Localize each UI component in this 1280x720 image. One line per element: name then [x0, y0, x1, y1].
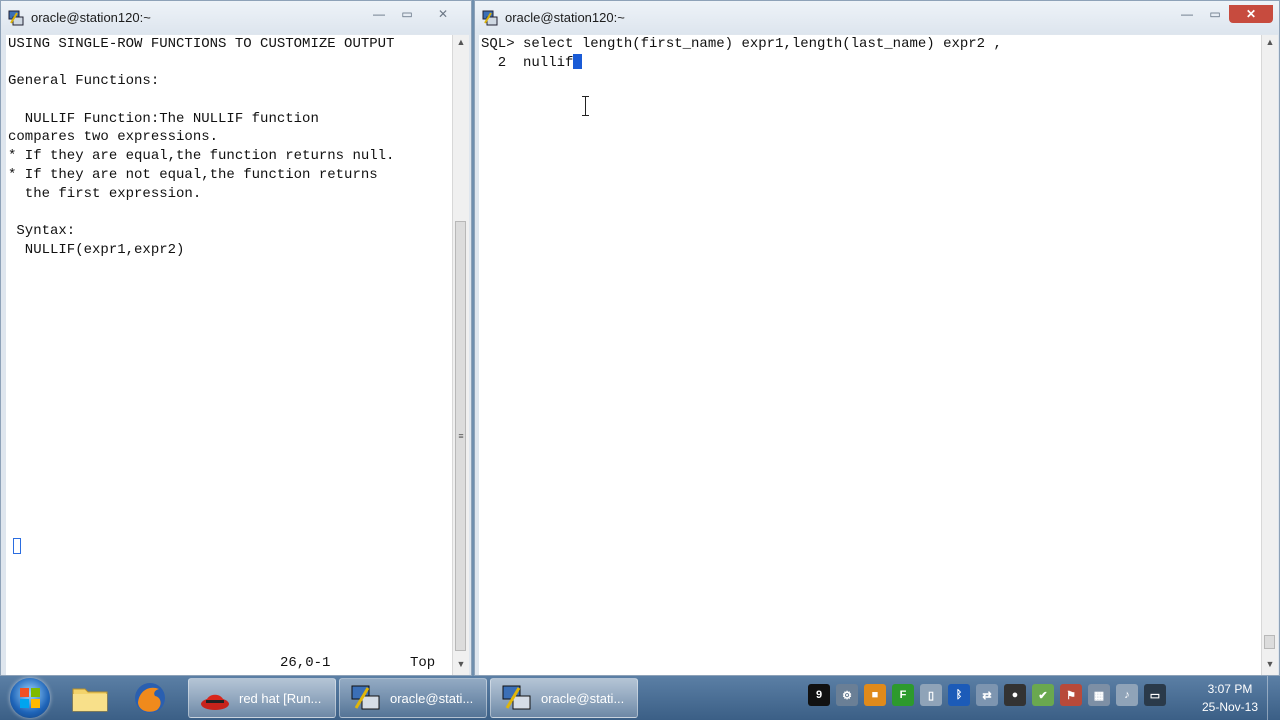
action-center-icon[interactable]: ⚑ — [1060, 684, 1082, 706]
right-terminal-window[interactable]: oracle@station120:~ — ▭ ✕ SQL> select le… — [474, 0, 1280, 676]
text-cursor-outline — [13, 538, 21, 554]
text-line: USING SINGLE-ROW FUNCTIONS TO CUSTOMIZE … — [8, 36, 395, 52]
display-icon[interactable]: ▭ — [1144, 684, 1166, 706]
system-clock[interactable]: 3:07 PM 25-Nov-13 — [1202, 680, 1258, 716]
text-line: General Functions: — [8, 73, 160, 90]
camera-icon[interactable]: ● — [1004, 684, 1026, 706]
close-icon: ✕ — [437, 7, 449, 21]
minimize-button[interactable]: — — [365, 5, 393, 23]
grip-icon: ≡ — [458, 431, 464, 441]
left-titlebar[interactable]: oracle@station120:~ — ▭ ✕ — [1, 1, 471, 34]
text-line: compares two expressions. — [8, 129, 219, 146]
bluetooth-icon[interactable]: ᛒ — [948, 684, 970, 706]
text-line: the first expression. — [8, 185, 202, 202]
clock-date: 25-Nov-13 — [1201, 700, 1258, 714]
scroll-down-icon[interactable]: ▼ — [453, 659, 469, 669]
package-icon[interactable]: ■ — [864, 684, 886, 706]
sync-icon[interactable]: ⇄ — [976, 684, 998, 706]
putty-icon — [7, 9, 25, 27]
left-terminal-content[interactable]: USING SINGLE-ROW FUNCTIONS TO CUSTOMIZE … — [6, 35, 452, 675]
maximize-button[interactable]: ▭ — [393, 5, 421, 23]
scroll-up-icon[interactable]: ▲ — [453, 37, 469, 47]
ibeam-cursor-icon — [582, 96, 589, 116]
minimize-icon: — — [373, 7, 385, 21]
network-icon[interactable]: ▦ — [1088, 684, 1110, 706]
putty-icon — [481, 9, 499, 27]
putty-icon — [499, 683, 535, 713]
security-check-icon[interactable]: ✔ — [1032, 684, 1054, 706]
text-line — [6, 203, 452, 222]
window-title: oracle@station120:~ — [31, 10, 151, 25]
putty-icon — [348, 683, 384, 713]
maximize-icon: ▭ — [401, 7, 413, 21]
status-position: 26,0-1 — [280, 655, 331, 671]
flashget-icon[interactable]: F — [892, 684, 914, 706]
close-button[interactable]: ✕ — [1229, 5, 1273, 23]
windows-logo-icon — [20, 688, 40, 708]
explorer-pinned[interactable] — [62, 678, 118, 718]
taskbar: red hat [Run... oracle@stati... oracle@s… — [0, 676, 1280, 720]
firefox-pinned[interactable] — [122, 678, 178, 718]
task-label: oracle@stati... — [541, 690, 625, 706]
scroll-thumb[interactable] — [1264, 635, 1275, 649]
system-tray: 9 ⚙ ■ F ▯ ᛒ ⇄ ● ✔ ⚑ ▦ ♪ ▭ — [808, 684, 1166, 706]
show-desktop-button[interactable] — [1267, 676, 1280, 720]
maximize-button[interactable]: ▭ — [1201, 5, 1229, 23]
task-label: red hat [Run... — [239, 690, 322, 706]
text-line: * If they are equal,the function returns… — [8, 148, 395, 165]
left-scrollbar[interactable]: ▲ ≡ ▼ — [452, 35, 469, 675]
sql-prompt-line: SQL> select length(first_name) expr1,len… — [481, 36, 1002, 52]
text-line: Syntax: — [8, 222, 76, 239]
scroll-down-icon[interactable]: ▼ — [1262, 659, 1278, 669]
sql-input-text: 2 nullif — [481, 54, 574, 71]
sql-continuation-line: 2 nullif — [479, 54, 1261, 73]
right-titlebar[interactable]: oracle@station120:~ — ▭ ✕ — [475, 1, 1279, 34]
minimize-button[interactable]: — — [1173, 5, 1201, 23]
maximize-icon: ▭ — [1209, 7, 1221, 21]
taskbar-task-oracle-2[interactable]: oracle@stati... — [490, 678, 638, 718]
taskbar-task-oracle-1[interactable]: oracle@stati... — [339, 678, 487, 718]
text-line: NULLIF Function:The NULLIF function — [8, 110, 319, 127]
status-scroll: Top — [410, 655, 436, 671]
firefox-icon — [135, 683, 165, 713]
text-line: NULLIF(expr1,expr2) — [8, 241, 185, 258]
left-terminal-window[interactable]: oracle@station120:~ — ▭ ✕ USING SINGLE-R… — [0, 0, 472, 676]
task-label: oracle@stati... — [390, 690, 474, 706]
battery-icon[interactable]: ▯ — [920, 684, 942, 706]
right-scrollbar[interactable]: ▲ ▼ — [1261, 35, 1278, 675]
close-icon: ✕ — [1245, 7, 1257, 21]
close-button[interactable]: ✕ — [421, 5, 465, 23]
redhat-icon — [197, 683, 233, 713]
start-button[interactable] — [10, 678, 50, 718]
text-cursor — [573, 54, 583, 70]
text-line — [6, 91, 452, 110]
folder-icon — [72, 688, 108, 712]
minimize-icon: — — [1181, 7, 1193, 21]
right-terminal-content[interactable]: SQL> select length(first_name) expr1,len… — [479, 35, 1261, 675]
clock-time: 3:07 PM — [1207, 682, 1253, 696]
scroll-up-icon[interactable]: ▲ — [1262, 37, 1278, 47]
window-title: oracle@station120:~ — [505, 10, 625, 25]
text-line: * If they are not equal,the function ret… — [8, 166, 378, 183]
network-manager-icon[interactable]: ⚙ — [836, 684, 858, 706]
volume-icon[interactable]: ♪ — [1116, 684, 1138, 706]
text-line — [6, 54, 452, 73]
taskbar-task-vm[interactable]: red hat [Run... — [188, 678, 336, 718]
tray-badge-icon[interactable]: 9 — [808, 684, 830, 706]
